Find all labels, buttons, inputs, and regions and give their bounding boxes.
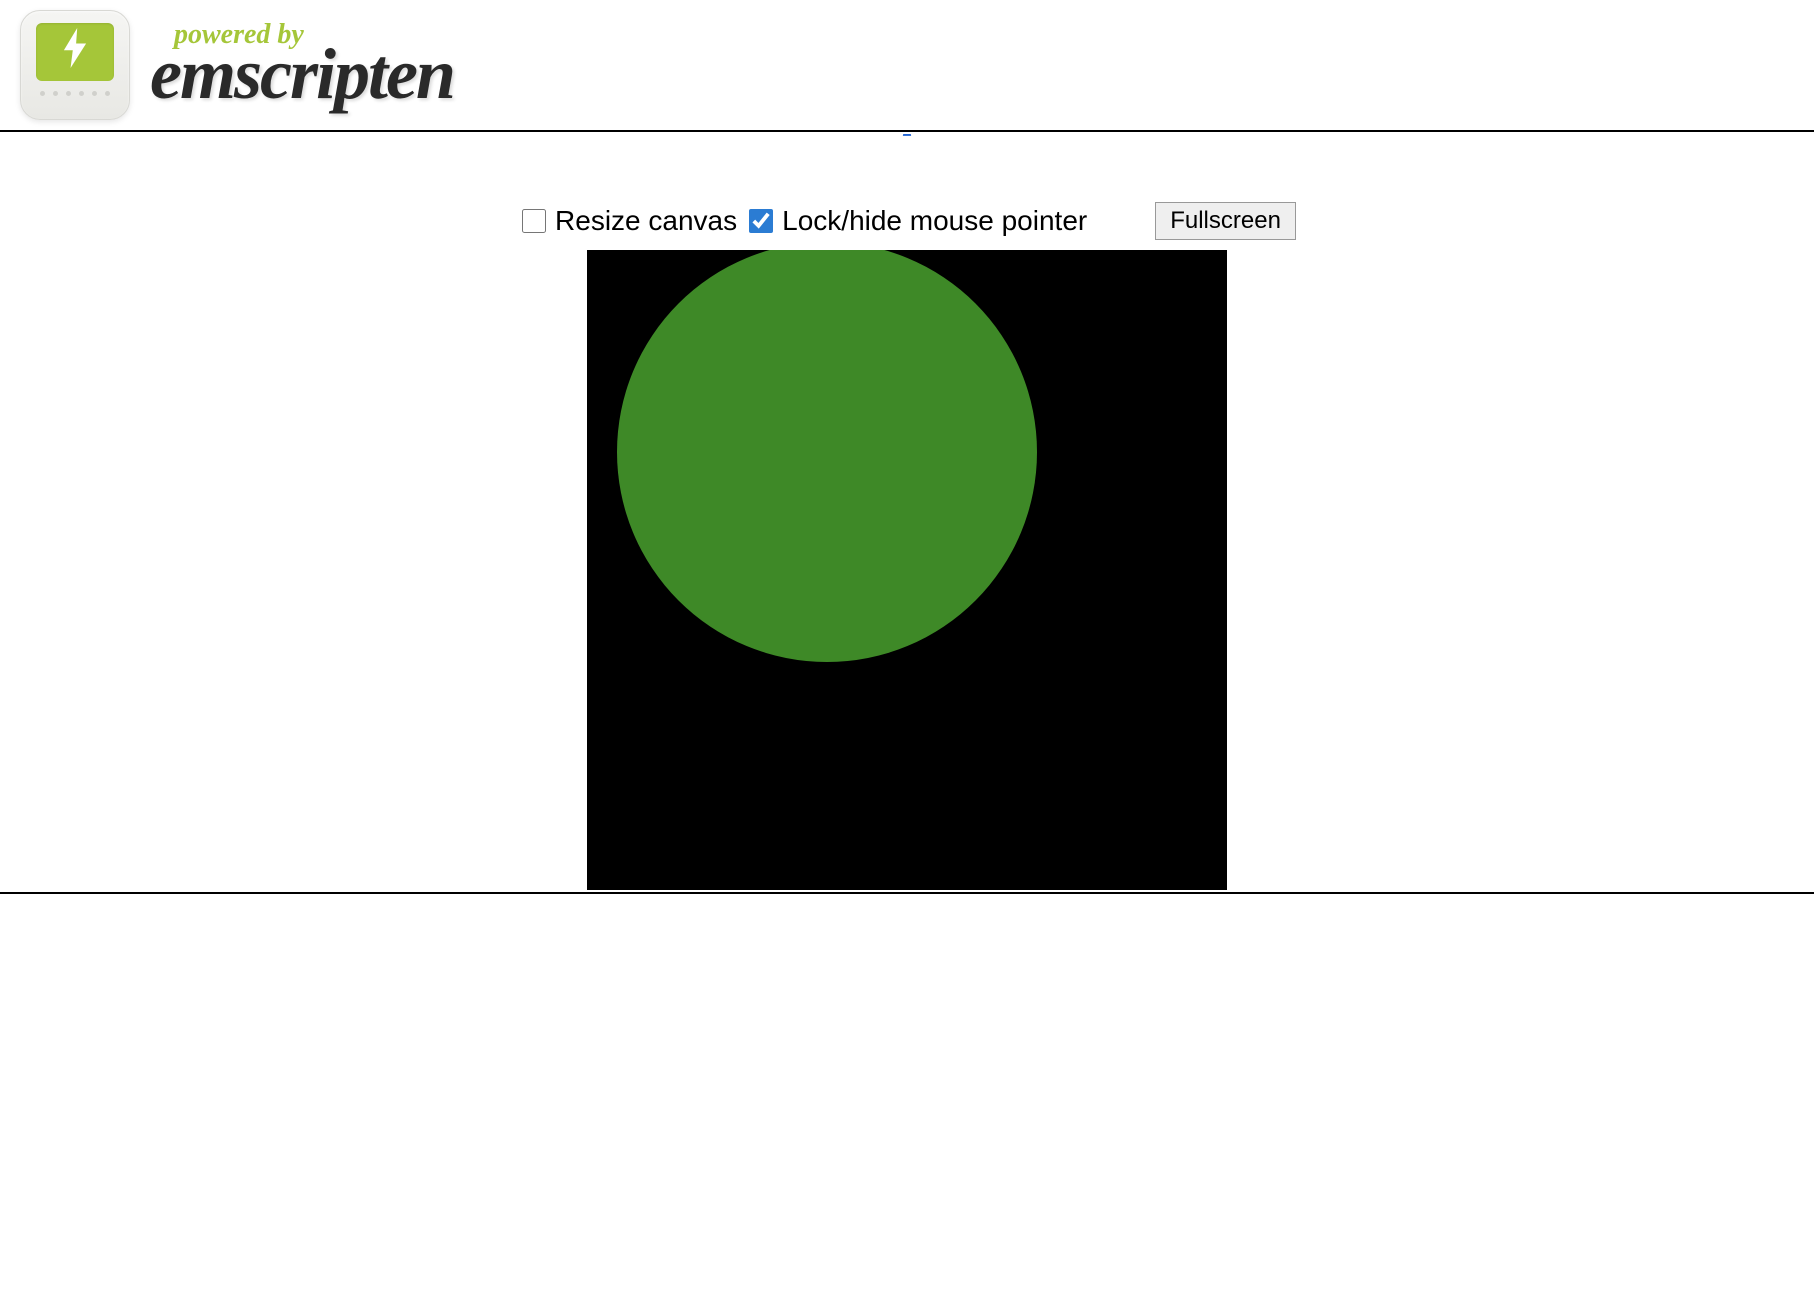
app-icon-screen [36, 23, 114, 81]
lock-pointer-label-wrapper[interactable]: Lock/hide mouse pointer [745, 205, 1087, 237]
controls-row: Resize canvas Lock/hide mouse pointer Fu… [518, 202, 1296, 240]
resize-canvas-label-wrapper[interactable]: Resize canvas [518, 205, 737, 237]
logo-text: powered by emscripten [150, 22, 454, 109]
lock-pointer-label: Lock/hide mouse pointer [782, 205, 1087, 237]
resize-canvas-checkbox[interactable] [522, 209, 546, 233]
app-icon-dots [40, 91, 110, 96]
fullscreen-button[interactable]: Fullscreen [1155, 202, 1296, 240]
controls-area: Resize canvas Lock/hide mouse pointer Fu… [0, 132, 1814, 895]
divider-container: _ [0, 130, 1814, 132]
canvas[interactable] [587, 250, 1227, 890]
header: powered by emscripten [0, 0, 1814, 130]
lock-pointer-checkbox[interactable] [749, 209, 773, 233]
canvas-wrapper [0, 250, 1814, 895]
rendered-circle [617, 250, 1037, 662]
link-dash[interactable]: _ [903, 120, 911, 136]
bolt-icon [61, 28, 89, 77]
resize-canvas-label: Resize canvas [555, 205, 737, 237]
app-icon [20, 10, 130, 120]
brand-text: emscripten [150, 40, 454, 108]
